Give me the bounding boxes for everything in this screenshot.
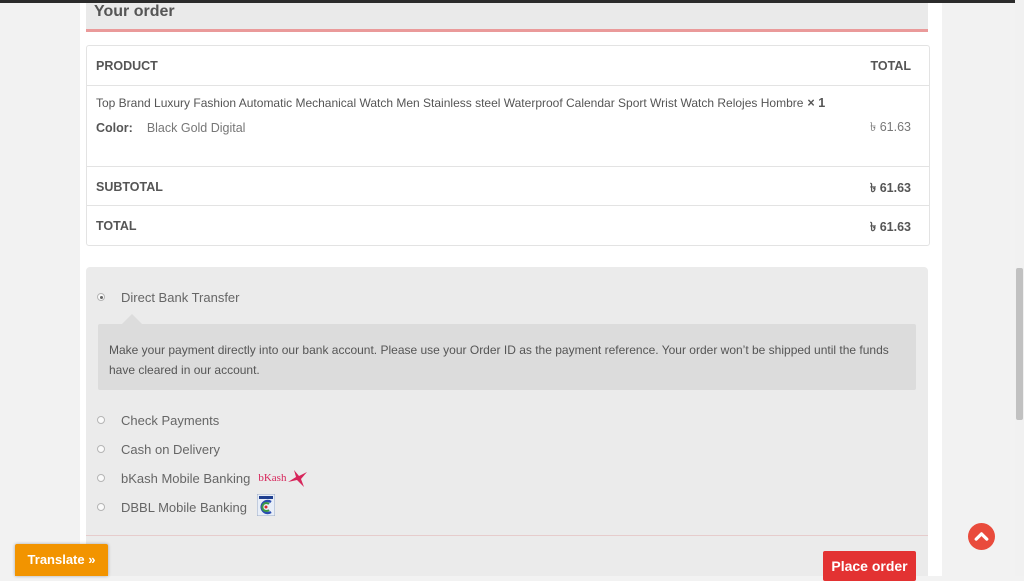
bkash-logo-icon: bKash [258, 468, 308, 488]
chevron-up-icon [974, 532, 989, 541]
item-total: ৳ 61.63 [870, 120, 911, 134]
product-quantity: × 1 [807, 96, 826, 110]
payment-method-label[interactable]: DBBL Mobile Banking [121, 500, 247, 515]
color-label: Color: [96, 121, 133, 135]
total-value: ৳ 61.63 [870, 220, 911, 234]
place-order-button[interactable]: Place order [823, 551, 916, 581]
page-scrollbar-thumb[interactable] [1016, 268, 1023, 420]
dbbl-logo-icon [256, 493, 276, 521]
payment-method-cod[interactable]: Cash on Delivery [97, 440, 220, 458]
total-column-header: TOTAL [870, 59, 911, 73]
payment-divider [86, 535, 928, 536]
radio-dbbl[interactable] [97, 503, 105, 511]
scroll-to-top-button[interactable] [968, 523, 995, 550]
your-order-header: Your order [86, 3, 928, 32]
product-name: Top Brand Luxury Fashion Automatic Mecha… [96, 96, 804, 110]
total-row: TOTAL ৳ 61.63 [87, 206, 929, 244]
payment-method-cheque[interactable]: Check Payments [97, 411, 219, 429]
product-cell: Top Brand Luxury Fashion Automatic Mecha… [96, 96, 825, 110]
payment-description-box: Make your payment directly into our bank… [98, 314, 916, 390]
product-variation: Color: Black Gold Digital [96, 121, 245, 135]
radio-bacs[interactable] [97, 293, 105, 301]
payment-method-bkash[interactable]: bKash Mobile Banking bKash [97, 469, 308, 487]
payment-method-bacs[interactable]: Direct Bank Transfer [97, 288, 240, 306]
payment-method-label[interactable]: bKash Mobile Banking [121, 471, 250, 486]
payment-description: Make your payment directly into our bank… [109, 343, 889, 377]
product-column-header: PRODUCT [96, 59, 158, 73]
payment-method-label[interactable]: Cash on Delivery [121, 442, 220, 457]
subtotal-value: ৳ 61.63 [870, 181, 911, 195]
bkash-bird-icon [288, 470, 308, 487]
payment-method-label[interactable]: Check Payments [121, 413, 219, 428]
radio-cheque[interactable] [97, 416, 105, 424]
radio-cod[interactable] [97, 445, 105, 453]
order-review-table: PRODUCT TOTAL Top Brand Luxury Fashion A… [86, 45, 930, 246]
total-label: TOTAL [96, 219, 137, 233]
your-order-title: Your order [94, 3, 175, 20]
payment-method-dbbl[interactable]: DBBL Mobile Banking [97, 493, 276, 516]
table-header-row: PRODUCT TOTAL [87, 46, 929, 86]
subtotal-row: SUBTOTAL ৳ 61.63 [87, 167, 929, 206]
bkash-logo-text: bKash [258, 472, 287, 484]
translate-button[interactable]: Translate » [15, 544, 108, 576]
color-value: Black Gold Digital [146, 121, 246, 135]
payment-methods-panel: Direct Bank Transfer Make your payment d… [86, 267, 928, 581]
payment-method-label[interactable]: Direct Bank Transfer [121, 290, 240, 305]
subtotal-label: SUBTOTAL [96, 180, 163, 194]
radio-bkash[interactable] [97, 474, 105, 482]
cart-item-row: Top Brand Luxury Fashion Automatic Mecha… [87, 86, 929, 167]
